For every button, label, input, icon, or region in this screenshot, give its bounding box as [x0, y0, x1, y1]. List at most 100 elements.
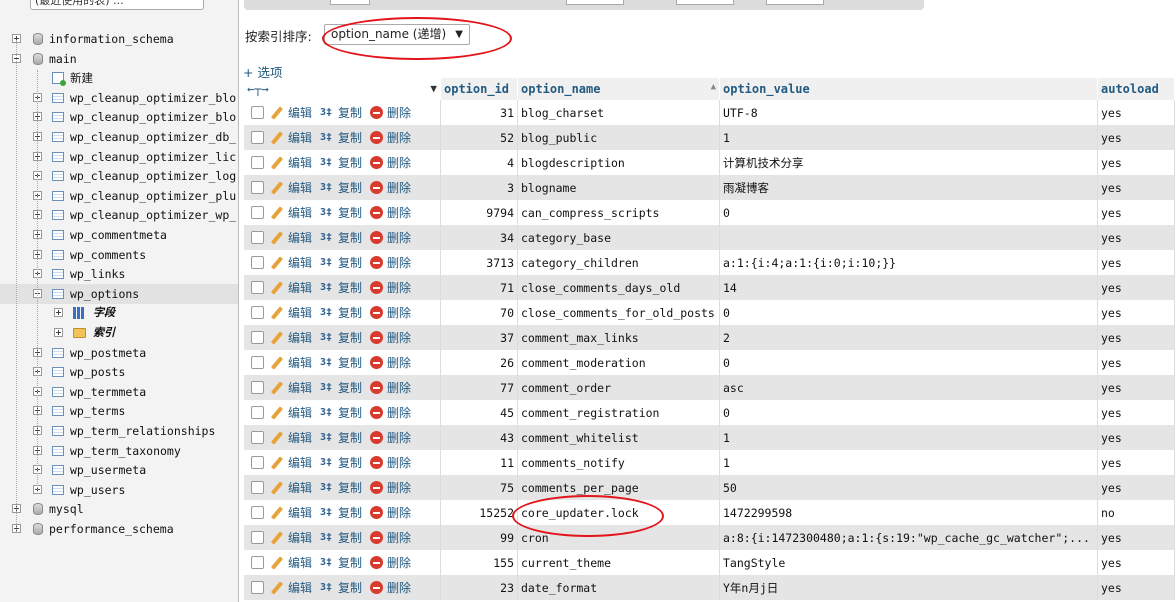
delete-icon[interactable]: [370, 406, 384, 419]
edit-link[interactable]: 编辑: [288, 579, 312, 596]
delete-icon[interactable]: [370, 131, 384, 144]
delete-icon[interactable]: [370, 356, 384, 369]
pencil-icon[interactable]: [270, 481, 284, 495]
delete-link[interactable]: 删除: [387, 154, 411, 171]
cell-autoload[interactable]: no: [1097, 500, 1175, 525]
delete-link[interactable]: 删除: [387, 329, 411, 346]
copy-link[interactable]: 复制: [338, 454, 362, 471]
cell-autoload[interactable]: yes: [1097, 475, 1175, 500]
cell-option-name[interactable]: category_children: [517, 250, 720, 275]
delete-icon[interactable]: [370, 156, 384, 169]
copy-icon[interactable]: 3‡: [320, 131, 334, 145]
delete-link[interactable]: 删除: [387, 554, 411, 571]
header-autoload[interactable]: autoload: [1097, 78, 1175, 100]
pencil-icon[interactable]: [270, 406, 284, 420]
cell-autoload[interactable]: yes: [1097, 325, 1175, 350]
row-checkbox[interactable]: [251, 306, 264, 319]
edit-link[interactable]: 编辑: [288, 454, 312, 471]
cell-autoload[interactable]: yes: [1097, 200, 1175, 225]
cell-option-name[interactable]: comment_registration: [517, 400, 720, 425]
nav-item[interactable]: 新建: [0, 68, 238, 88]
edit-link[interactable]: 编辑: [288, 529, 312, 546]
nav-item[interactable]: wp_postmeta: [0, 343, 238, 363]
copy-link[interactable]: 复制: [338, 154, 362, 171]
cell-autoload[interactable]: yes: [1097, 225, 1175, 250]
copy-link[interactable]: 复制: [338, 429, 362, 446]
copy-icon[interactable]: 3‡: [320, 506, 334, 520]
nav-item[interactable]: wp_cleanup_optimizer_db_: [0, 127, 238, 147]
cell-option-name[interactable]: blogdescription: [517, 150, 720, 175]
cell-option-value[interactable]: 14: [719, 275, 1098, 300]
delete-link[interactable]: 删除: [387, 504, 411, 521]
copy-icon[interactable]: 3‡: [320, 581, 334, 595]
copy-link[interactable]: 复制: [338, 204, 362, 221]
row-checkbox[interactable]: [251, 181, 264, 194]
cell-option-value[interactable]: 0: [719, 200, 1098, 225]
copy-link[interactable]: 复制: [338, 504, 362, 521]
copy-icon[interactable]: 3‡: [320, 206, 334, 220]
cell-option-name[interactable]: date_format: [517, 575, 720, 600]
row-checkbox[interactable]: [251, 106, 264, 119]
delete-icon[interactable]: [370, 206, 384, 219]
cell-option-value[interactable]: a:1:{i:4;a:1:{i:0;i:10;}}: [719, 250, 1098, 275]
cell-option-value[interactable]: 50: [719, 475, 1098, 500]
cell-option-id[interactable]: 43: [440, 425, 518, 450]
pencil-icon[interactable]: [270, 231, 284, 245]
copy-icon[interactable]: 3‡: [320, 431, 334, 445]
copy-icon[interactable]: 3‡: [320, 231, 334, 245]
cell-option-value[interactable]: [719, 225, 1098, 250]
cell-option-value[interactable]: a:8:{i:1472300480;a:1:{s:19:"wp_cache_gc…: [719, 525, 1098, 550]
cell-option-id[interactable]: 11: [440, 450, 518, 475]
copy-icon[interactable]: 3‡: [320, 106, 334, 120]
cell-option-id[interactable]: 15252: [440, 500, 518, 525]
pencil-icon[interactable]: [270, 531, 284, 545]
row-checkbox[interactable]: [251, 256, 264, 269]
cell-option-name[interactable]: close_comments_for_old_posts: [517, 300, 720, 325]
cell-option-id[interactable]: 9794: [440, 200, 518, 225]
cell-autoload[interactable]: yes: [1097, 175, 1175, 200]
edit-link[interactable]: 编辑: [288, 279, 312, 296]
delete-link[interactable]: 删除: [387, 104, 411, 121]
pencil-icon[interactable]: [270, 331, 284, 345]
cell-option-id[interactable]: 23: [440, 575, 518, 600]
header-option-id[interactable]: option_id: [440, 78, 518, 100]
cell-autoload[interactable]: yes: [1097, 450, 1175, 475]
delete-link[interactable]: 删除: [387, 579, 411, 596]
cell-autoload[interactable]: yes: [1097, 100, 1175, 125]
delete-icon[interactable]: [370, 431, 384, 444]
copy-link[interactable]: 复制: [338, 529, 362, 546]
cell-option-value[interactable]: TangStyle: [719, 550, 1098, 575]
cell-autoload[interactable]: yes: [1097, 350, 1175, 375]
edit-link[interactable]: 编辑: [288, 304, 312, 321]
cell-option-value[interactable]: 1472299598: [719, 500, 1098, 525]
copy-link[interactable]: 复制: [338, 329, 362, 346]
edit-link[interactable]: 编辑: [288, 429, 312, 446]
cell-option-value[interactable]: 计算机技术分享: [719, 150, 1098, 175]
cell-option-name[interactable]: comment_order: [517, 375, 720, 400]
nav-item[interactable]: wp_terms: [0, 401, 238, 421]
cell-option-value[interactable]: 0: [719, 350, 1098, 375]
cell-option-id[interactable]: 4: [440, 150, 518, 175]
delete-icon[interactable]: [370, 256, 384, 269]
row-checkbox[interactable]: [251, 131, 264, 144]
row-checkbox[interactable]: [251, 581, 264, 594]
edit-link[interactable]: 编辑: [288, 329, 312, 346]
delete-link[interactable]: 删除: [387, 529, 411, 546]
delete-icon[interactable]: [370, 106, 384, 119]
pencil-icon[interactable]: [270, 431, 284, 445]
cell-option-value[interactable]: asc: [719, 375, 1098, 400]
cell-autoload[interactable]: yes: [1097, 425, 1175, 450]
pencil-icon[interactable]: [270, 181, 284, 195]
cell-option-id[interactable]: 99: [440, 525, 518, 550]
copy-link[interactable]: 复制: [338, 229, 362, 246]
nav-item[interactable]: wp_users: [0, 480, 238, 500]
cell-option-name[interactable]: current_theme: [517, 550, 720, 575]
copy-icon[interactable]: 3‡: [320, 306, 334, 320]
pencil-icon[interactable]: [270, 156, 284, 170]
delete-icon[interactable]: [370, 331, 384, 344]
nav-item[interactable]: main: [0, 49, 238, 69]
pencil-icon[interactable]: [270, 556, 284, 570]
pencil-icon[interactable]: [270, 131, 284, 145]
delete-link[interactable]: 删除: [387, 229, 411, 246]
delete-link[interactable]: 删除: [387, 304, 411, 321]
